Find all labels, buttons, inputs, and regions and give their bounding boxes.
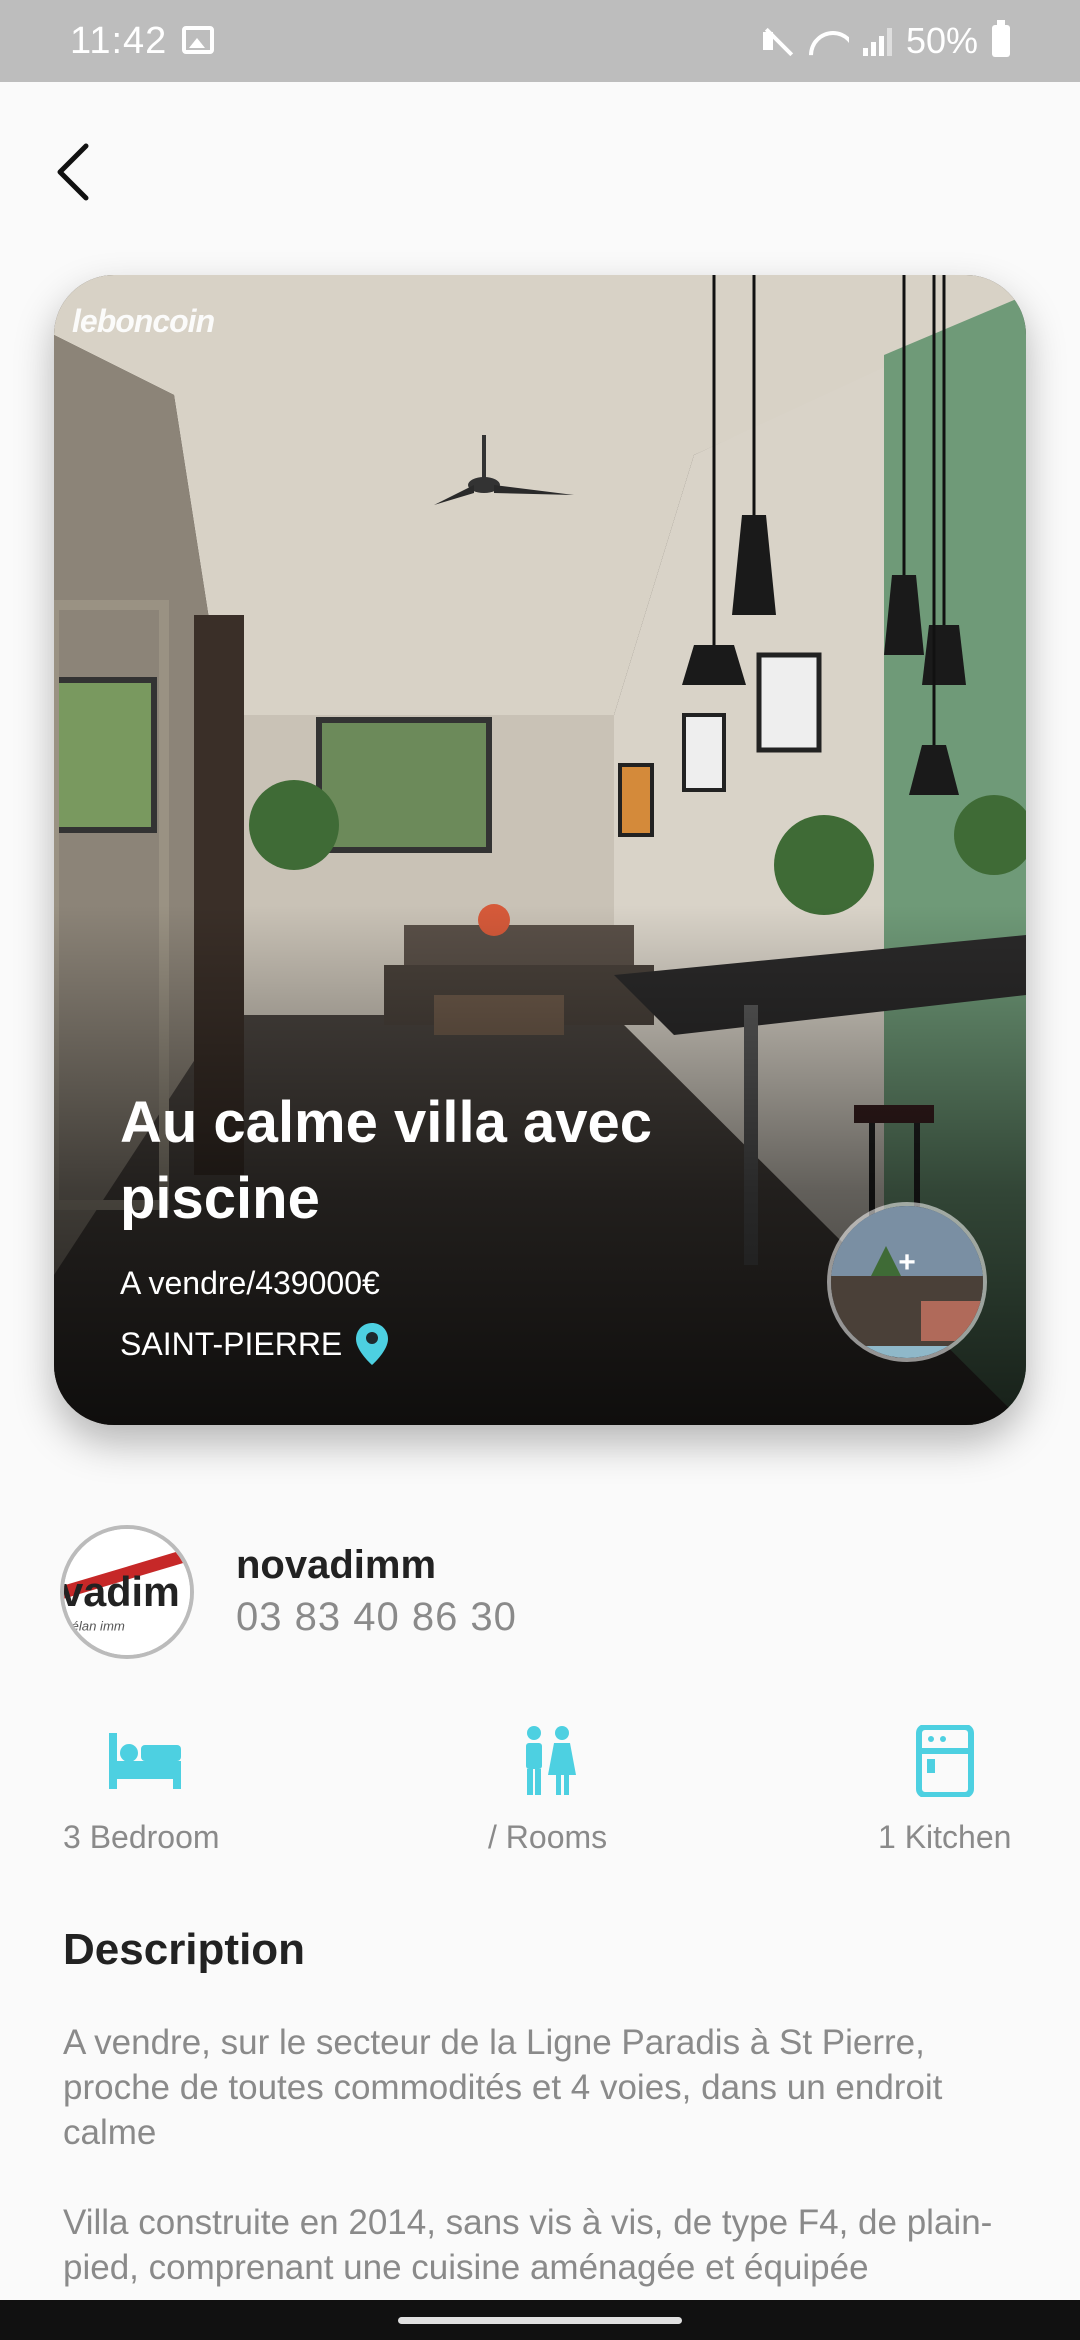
feature-bedrooms: 3 Bedroom: [63, 1725, 220, 1856]
agent-logo-text: vadim: [64, 1569, 180, 1615]
battery-icon: [992, 20, 1010, 57]
signal-icon: [862, 26, 892, 56]
feature-bedrooms-label: 3 Bedroom: [63, 1819, 220, 1855]
wifi-icon: [809, 25, 849, 57]
bed-icon: [109, 1733, 181, 1789]
more-photos-plus: +: [898, 1246, 916, 1279]
description-text: A vendre, sur le secteur de la Ligne Par…: [63, 2023, 993, 2287]
status-time: 11:42: [70, 20, 168, 62]
status-icons: 50%: [761, 20, 1010, 62]
system-nav-bar: [0, 2300, 1080, 2340]
kitchen-icon: [915, 1725, 974, 1797]
photo-watermark: leboncoin: [72, 303, 215, 339]
status-bar: 11:42 50%: [0, 0, 1080, 82]
feature-rooms-label: / Rooms: [488, 1819, 608, 1855]
feature-kitchen-label: 1 Kitchen: [878, 1819, 1012, 1855]
mute-icon: [761, 24, 795, 58]
agent-avatar[interactable]: vadim élan imm: [60, 1525, 194, 1659]
listing-price: A vendre/439000€: [120, 1265, 380, 1301]
listing-location: SAINT-PIERRE: [120, 1323, 389, 1365]
battery-percent: 50%: [905, 20, 978, 61]
more-photos-button[interactable]: +: [827, 1202, 987, 1362]
gallery-notification-icon: [182, 26, 214, 54]
home-gesture-handle[interactable]: [398, 2317, 682, 2324]
agent-phone[interactable]: 03 83 40 86 30: [236, 1595, 517, 1640]
agent-name: novadimm: [236, 1543, 437, 1587]
back-button[interactable]: [48, 140, 104, 204]
listing-title: Au calme villa avec piscine: [120, 1090, 652, 1231]
location-pin-icon: [356, 1323, 389, 1365]
people-icon: [525, 1726, 576, 1795]
feature-rooms: / Rooms: [488, 1725, 607, 1856]
location-text: SAINT-PIERRE: [120, 1325, 343, 1362]
agent-logo: vadim élan imm: [64, 1529, 190, 1655]
agent-logo-subtext: élan imm: [72, 1619, 125, 1634]
description-heading: Description: [63, 1925, 306, 1974]
back-arrow-icon: [57, 143, 89, 201]
listing-hero-card[interactable]: leboncoin Au calme villa avec piscine A …: [54, 275, 1026, 1425]
feature-kitchen: 1 Kitchen: [878, 1725, 1011, 1856]
